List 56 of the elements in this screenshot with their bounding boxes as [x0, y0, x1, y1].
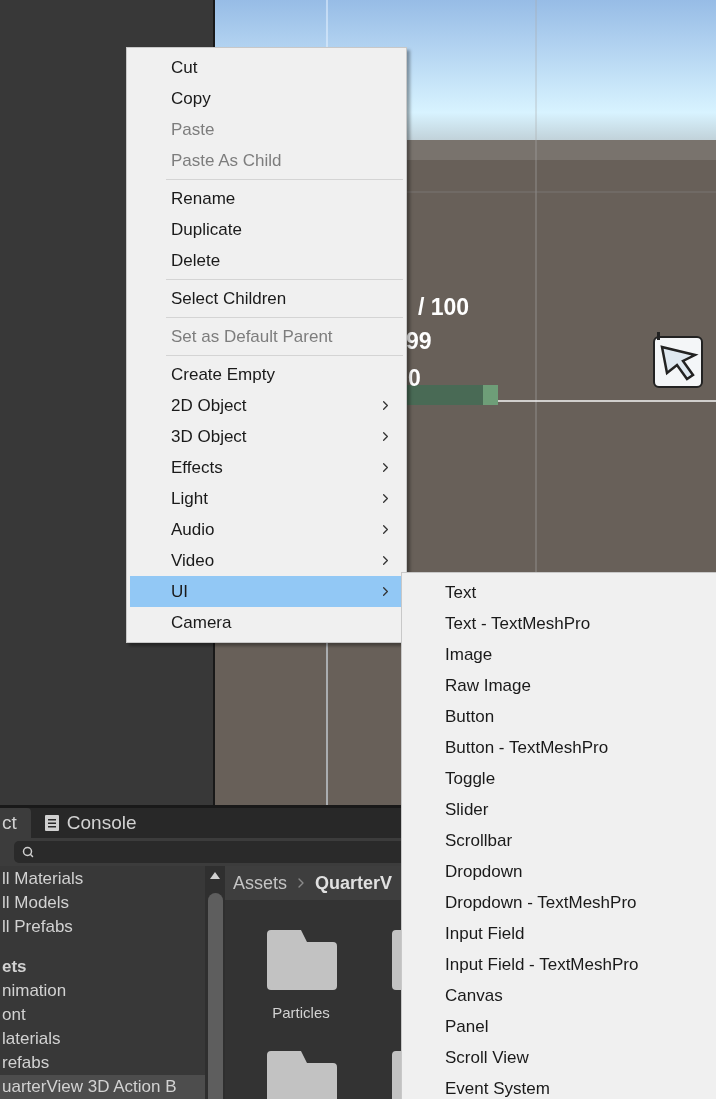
hud-text: 99 — [406, 330, 432, 353]
menu-item[interactable]: Raw Image — [402, 670, 716, 701]
folder-icon — [265, 1051, 337, 1099]
menu-item[interactable]: Input Field - TextMeshPro — [402, 949, 716, 980]
cursor-icon — [653, 331, 703, 389]
menu-item[interactable]: Duplicate — [130, 214, 403, 245]
search-icon — [22, 846, 34, 858]
hud-text: / 100 — [418, 296, 470, 319]
menu-item[interactable]: Rename — [130, 183, 403, 214]
menu-item[interactable]: Video — [130, 545, 403, 576]
menu-item[interactable]: Audio — [130, 514, 403, 545]
panel-tab[interactable]: Console — [30, 808, 151, 838]
tree-item[interactable]: laterials — [0, 1027, 205, 1051]
tree-item[interactable]: uarterView 3D Action B — [0, 1075, 205, 1099]
menu-item[interactable]: Scroll View — [402, 1042, 716, 1073]
menu-item[interactable]: Light — [130, 483, 403, 514]
tree-item[interactable]: ont — [0, 1003, 205, 1027]
menu-item[interactable]: Canvas — [402, 980, 716, 1011]
menu-item[interactable]: Text — [402, 577, 716, 608]
hud-text: 0 — [408, 367, 421, 390]
tree-item[interactable]: nimation — [0, 979, 205, 1003]
menu-item[interactable]: Event System — [402, 1073, 716, 1099]
menu-item[interactable]: Scrollbar — [402, 825, 716, 856]
menu-item[interactable]: Button — [402, 701, 716, 732]
menu-item[interactable]: Dropdown — [402, 856, 716, 887]
breadcrumb-item[interactable]: Assets — [233, 872, 288, 894]
menu-item[interactable]: Dropdown - TextMeshPro — [402, 887, 716, 918]
tree-item[interactable]: ets — [0, 955, 205, 979]
breadcrumb-item[interactable]: QuarterV — [315, 872, 393, 894]
menu-item[interactable]: Text - TextMeshPro — [402, 608, 716, 639]
menu-item[interactable]: Toggle — [402, 763, 716, 794]
menu-item[interactable]: Select Children — [130, 283, 403, 314]
scrollbar-thumb[interactable] — [207, 893, 223, 1099]
menu-item[interactable]: Camera — [130, 607, 403, 638]
menu-item[interactable]: Input Field — [402, 918, 716, 949]
menu-item[interactable]: Slider — [402, 794, 716, 825]
tree-item[interactable]: refabs — [0, 1051, 205, 1075]
tree-item[interactable]: ll Models — [0, 891, 205, 915]
menu-item[interactable]: 2D Object — [130, 390, 403, 421]
menu-item[interactable]: Delete — [130, 245, 403, 276]
menu-item[interactable]: Create Empty — [130, 359, 403, 390]
menu-item[interactable]: 3D Object — [130, 421, 403, 452]
panel-tab[interactable]: ct — [0, 808, 31, 838]
menu-item[interactable]: Image — [402, 639, 716, 670]
folder-icon — [265, 930, 337, 990]
menu-item[interactable]: Copy — [130, 83, 403, 114]
scroll-up-icon — [210, 872, 220, 879]
menu-item[interactable]: Button - TextMeshPro — [402, 732, 716, 763]
document-icon — [44, 815, 59, 831]
menu-item[interactable]: Panel — [402, 1011, 716, 1042]
menu-item[interactable]: UI — [130, 576, 403, 607]
menu-item[interactable]: Cut — [130, 52, 403, 83]
tree-item[interactable]: ll Prefabs — [0, 915, 205, 939]
folder-item[interactable]: Particles — [245, 930, 357, 1021]
menu-item[interactable]: Effects — [130, 452, 403, 483]
tree-item[interactable]: ll Materials — [0, 867, 205, 891]
